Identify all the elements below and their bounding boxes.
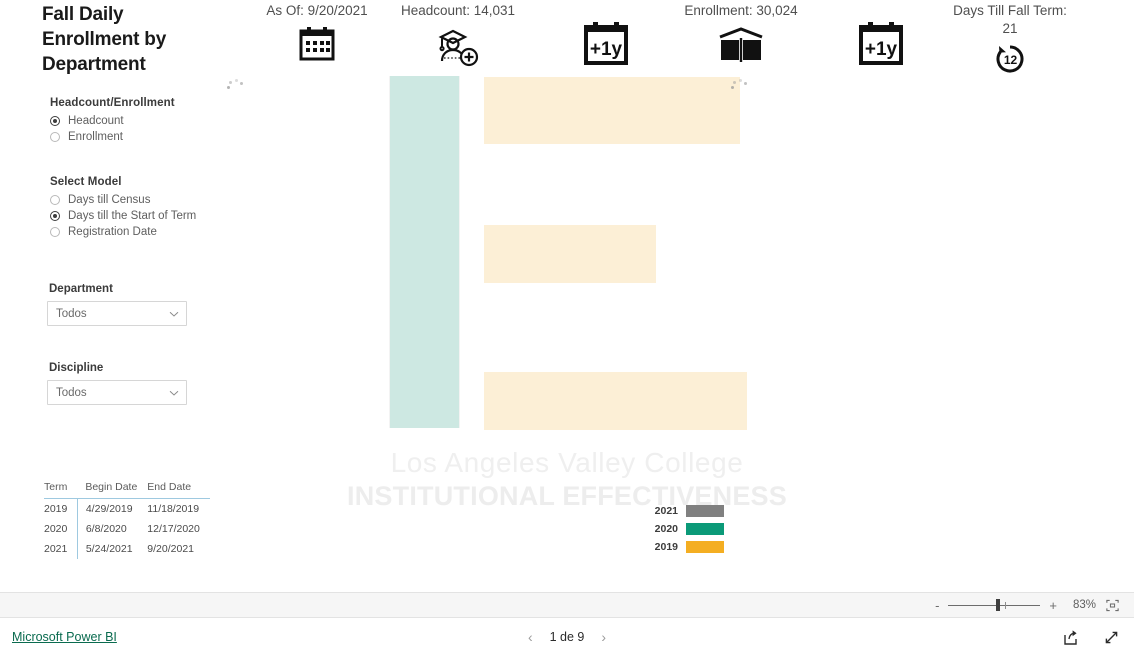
cell-begin-date: 5/24/2021 bbox=[85, 543, 133, 555]
cell-end-date: 9/20/2021 bbox=[147, 543, 195, 555]
term-dates-table[interactable]: Term Begin Date End Date 2019 4/29/2019 … bbox=[44, 481, 210, 559]
loading-spinner bbox=[730, 78, 748, 96]
cell-term: 2019 bbox=[44, 498, 78, 519]
cell-end-date: 12/17/2020 bbox=[147, 523, 200, 535]
share-icon[interactable] bbox=[1062, 629, 1079, 646]
legend-item-2021[interactable]: 2021 bbox=[648, 503, 724, 518]
loading-placeholder-block bbox=[484, 372, 747, 430]
radio-days-till-census[interactable]: Days till Census bbox=[50, 192, 150, 208]
radio-mark-registration-date bbox=[50, 227, 60, 237]
report-canvas: Fall Daily Enrollment by Department Head… bbox=[0, 0, 1134, 592]
kpi-text-as-of: As Of: 9/20/2021 bbox=[266, 3, 368, 18]
zoom-in-button[interactable]: + bbox=[1049, 599, 1057, 612]
open-book-icon bbox=[663, 25, 819, 65]
slicer-heading-headcount-enrollment: Headcount/Enrollment bbox=[50, 97, 175, 109]
zoom-slider-thumb[interactable] bbox=[996, 599, 1001, 611]
status-bar: Microsoft Power BI ‹ 1 de 9 › bbox=[0, 619, 1134, 655]
radio-label-enrollment: Enrollment bbox=[68, 131, 123, 143]
legend-item-2019[interactable]: 2019 bbox=[648, 539, 724, 554]
zoom-slider-tick bbox=[1005, 601, 1007, 609]
radio-label-days-till-census: Days till Census bbox=[68, 194, 151, 206]
zoom-level-label: 83% bbox=[1072, 599, 1096, 611]
clock-12-icon: 12 bbox=[930, 43, 1090, 75]
label-discipline: Discipline bbox=[49, 362, 104, 374]
column-header-begin-date: Begin Date bbox=[85, 481, 138, 493]
chevron-down-icon bbox=[169, 390, 179, 396]
cell-term: 2020 bbox=[44, 519, 78, 539]
cell-term: 2021 bbox=[44, 539, 78, 559]
cell-begin-date: 6/8/2020 bbox=[85, 523, 127, 535]
radio-mark-headcount bbox=[50, 116, 60, 126]
chart-legend: 2021 2020 2019 bbox=[648, 503, 724, 557]
cell-begin-date: 4/29/2019 bbox=[85, 503, 133, 515]
zoom-slider[interactable] bbox=[948, 599, 1041, 611]
dropdown-department-value: Todos bbox=[56, 307, 87, 320]
legend-label-2021: 2021 bbox=[654, 504, 678, 517]
calendar-plus-1y-icon: +1y bbox=[552, 19, 660, 69]
zoom-slider-track bbox=[948, 604, 1041, 606]
legend-swatch-2021 bbox=[686, 504, 724, 517]
kpi-text-days-till-fall-term: Days Till Fall Term: 21 bbox=[953, 3, 1067, 36]
chevron-right-icon[interactable]: › bbox=[601, 629, 606, 645]
label-department: Department bbox=[49, 283, 113, 295]
table-row[interactable]: 2020 6/8/2020 12/17/2020 bbox=[44, 519, 210, 539]
kpi-text-enrollment: Enrollment: 30,024 bbox=[684, 3, 798, 18]
zoom-toolbar: - + 83% bbox=[0, 592, 1134, 618]
loading-placeholder-block bbox=[484, 77, 740, 144]
dropdown-discipline-value: Todos bbox=[56, 386, 87, 399]
radio-registration-date[interactable]: Registration Date bbox=[50, 224, 157, 240]
legend-item-2020[interactable]: 2020 bbox=[648, 521, 724, 536]
radio-days-till-start-of-term[interactable]: Days till the Start of Term bbox=[50, 208, 196, 224]
radio-headcount[interactable]: Headcount bbox=[50, 113, 124, 129]
radio-label-days-till-start-of-term: Days till the Start of Term bbox=[68, 210, 197, 222]
visual-panel-divider bbox=[459, 76, 460, 428]
kpi-card-enrollment[interactable]: Enrollment: 30,024 bbox=[663, 2, 819, 65]
status-bar-actions bbox=[1062, 629, 1120, 646]
page-navigation: ‹ 1 de 9 › bbox=[0, 629, 1134, 645]
graduate-add-icon bbox=[380, 25, 536, 69]
radio-enrollment[interactable]: Enrollment bbox=[50, 129, 123, 145]
loading-spinner bbox=[226, 78, 244, 96]
radio-mark-enrollment bbox=[50, 132, 60, 142]
table-row[interactable]: 2021 5/24/2021 9/20/2021 bbox=[44, 539, 210, 559]
chevron-down-icon bbox=[169, 311, 179, 317]
watermark-line-1: Los Angeles Valley College bbox=[390, 447, 744, 478]
legend-swatch-2019 bbox=[686, 540, 724, 553]
legend-swatch-2020 bbox=[686, 522, 724, 535]
table-row[interactable]: 2019 4/29/2019 11/18/2019 bbox=[44, 498, 210, 519]
column-header-term: Term bbox=[44, 481, 68, 493]
radio-mark-days-till-start-of-term bbox=[50, 211, 60, 221]
kpi-icon-calendar-plus-1y-center[interactable]: +1y bbox=[552, 14, 660, 69]
svg-text:12: 12 bbox=[1004, 53, 1018, 67]
legend-label-2019: 2019 bbox=[654, 540, 678, 553]
loading-placeholder-block bbox=[484, 225, 656, 283]
legend-label-2020: 2020 bbox=[654, 522, 678, 535]
kpi-card-days-till-fall-term[interactable]: Days Till Fall Term: 21 12 bbox=[930, 2, 1090, 75]
kpi-text-headcount: Headcount: 14,031 bbox=[400, 3, 516, 18]
svg-text:+1y: +1y bbox=[590, 39, 623, 60]
calendar-plus-1y-icon: +1y bbox=[827, 19, 935, 69]
fit-to-page-icon[interactable] bbox=[1105, 598, 1120, 613]
column-header-end-date: End Date bbox=[147, 481, 192, 493]
power-bi-report-window: Fall Daily Enrollment by Department Head… bbox=[0, 0, 1134, 655]
kpi-card-headcount[interactable]: Headcount: 14,031 bbox=[380, 2, 536, 69]
cell-end-date: 11/18/2019 bbox=[147, 503, 200, 515]
kpi-icon-calendar-plus-1y-right[interactable]: +1y bbox=[827, 14, 935, 69]
chevron-left-icon[interactable]: ‹ bbox=[528, 629, 533, 645]
radio-label-headcount: Headcount bbox=[68, 115, 124, 127]
kpi-card-as-of[interactable]: As Of: 9/20/2021 bbox=[243, 2, 391, 63]
table-header-row: Term Begin Date End Date bbox=[44, 481, 210, 499]
radio-mark-days-till-census bbox=[50, 195, 60, 205]
calendar-icon bbox=[243, 25, 391, 63]
radio-label-registration-date: Registration Date bbox=[68, 226, 157, 238]
fullscreen-icon[interactable] bbox=[1103, 629, 1120, 646]
svg-text:+1y: +1y bbox=[865, 39, 898, 60]
dropdown-discipline[interactable]: Todos bbox=[47, 380, 187, 405]
loading-placeholder-block bbox=[390, 76, 459, 428]
page-indicator: 1 de 9 bbox=[549, 630, 585, 644]
page-title: Fall Daily Enrollment by Department bbox=[42, 4, 167, 75]
slicer-heading-select-model: Select Model bbox=[50, 176, 122, 188]
zoom-out-button[interactable]: - bbox=[935, 599, 939, 612]
dropdown-department[interactable]: Todos bbox=[47, 301, 187, 326]
